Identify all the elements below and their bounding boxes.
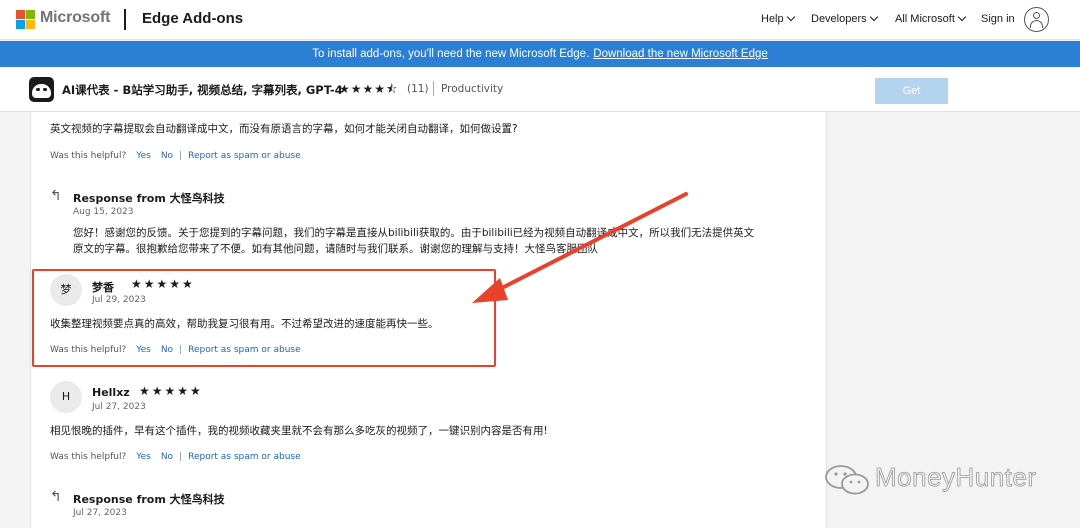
- review-body: 相见恨晚的插件，早有这个插件，我的视频收藏夹里就不会有那么多吃灰的视频了，一键识…: [50, 425, 548, 437]
- watermark-text: MoneyHunter: [875, 462, 1037, 493]
- helpful-yes-button[interactable]: Yes: [136, 452, 151, 462]
- watermark: MoneyHunter: [823, 460, 1053, 498]
- reviewer-name: Hellxz: [92, 386, 130, 399]
- install-banner: To install add-ons, you'll need the new …: [0, 41, 1080, 67]
- highlight-box: [32, 269, 496, 367]
- helpful-row: Was this helpful? Yes No | Report as spam or…: [50, 452, 301, 462]
- divider: |: [179, 151, 183, 161]
- banner-text: To install add-ons, you'll need the new …: [312, 48, 590, 60]
- helpful-no-button[interactable]: No: [161, 151, 173, 161]
- report-abuse-link[interactable]: Report as spam or abuse: [188, 151, 301, 161]
- helpful-yes-button[interactable]: Yes: [136, 151, 151, 161]
- response-body-line2: 原文的字幕。很抱歉给您带来了不便。如有其他问题，请随时与我们联系。谢谢您的理解与…: [73, 243, 598, 255]
- nav-all-microsoft[interactable]: All Microsoft: [895, 12, 967, 25]
- wechat-icon: [825, 465, 869, 495]
- divider: |: [179, 452, 183, 462]
- divider: [433, 81, 434, 96]
- response-date: Aug 15, 2023: [73, 207, 134, 217]
- nav-help-label: Help: [761, 13, 784, 25]
- report-abuse-link[interactable]: Report as spam or abuse: [188, 452, 301, 462]
- helpful-no-button[interactable]: No: [161, 452, 173, 462]
- microsoft-logo-icon[interactable]: [16, 10, 36, 30]
- avatar: H: [50, 381, 82, 413]
- review-date: Jul 27, 2023: [92, 402, 146, 412]
- nav-developers[interactable]: Developers: [811, 12, 878, 25]
- review-rating-stars: ★★★★★: [139, 384, 203, 398]
- sign-in-link[interactable]: Sign in: [981, 13, 1015, 25]
- helpful-row: Was this helpful? Yes No | Report as spam or…: [50, 151, 301, 161]
- download-edge-link[interactable]: Download the new Microsoft Edge: [593, 48, 768, 60]
- helpful-question: Was this helpful?: [50, 452, 127, 462]
- nav-all-microsoft-label: All Microsoft: [895, 13, 955, 25]
- product-name: AI课代表 - B站学习助手, 视频总结, 字幕列表, GPT-4: [62, 83, 343, 97]
- chevron-down-icon: [957, 12, 967, 22]
- reply-icon: ↰: [50, 188, 62, 204]
- chevron-down-icon: [786, 12, 795, 22]
- nav-developers-label: Developers: [811, 13, 867, 25]
- account-avatar-icon[interactable]: [1024, 7, 1049, 32]
- reply-icon: ↰: [50, 489, 62, 505]
- response-title: Response from 大怪鸟科技: [73, 493, 225, 506]
- extension-logo-icon: [29, 77, 54, 102]
- helpful-question: Was this helpful?: [50, 151, 127, 161]
- product-rating-stars: ★★★★⯪: [339, 82, 399, 96]
- response-date: Jul 27, 2023: [73, 508, 127, 518]
- response-body-line1: 您好！感谢您的反馈。关于您提到的字幕问题，我们的字幕是直接从bilibili获取…: [73, 227, 755, 239]
- nav-help[interactable]: Help: [761, 12, 795, 25]
- review-body: 英文视频的字幕提取会自动翻译成中文，而没有原语言的字幕，如何才能关闭自动翻译，如…: [50, 123, 518, 135]
- top-header: Microsoft Edge Add-ons Help Developers A…: [0, 0, 1080, 40]
- brand-name[interactable]: Microsoft: [40, 9, 110, 27]
- site-title[interactable]: Edge Add-ons: [142, 10, 243, 27]
- response-title: Response from 大怪鸟科技: [73, 192, 225, 205]
- rating-count[interactable]: (11): [407, 83, 429, 95]
- get-button[interactable]: Get: [875, 78, 948, 104]
- product-bar: AI课代表 - B站学习助手, 视频总结, 字幕列表, GPT-4 ★★★★⯪ …: [0, 67, 1080, 112]
- brand-divider: [124, 9, 126, 30]
- product-category[interactable]: Productivity: [441, 83, 503, 95]
- chevron-down-icon: [869, 12, 878, 22]
